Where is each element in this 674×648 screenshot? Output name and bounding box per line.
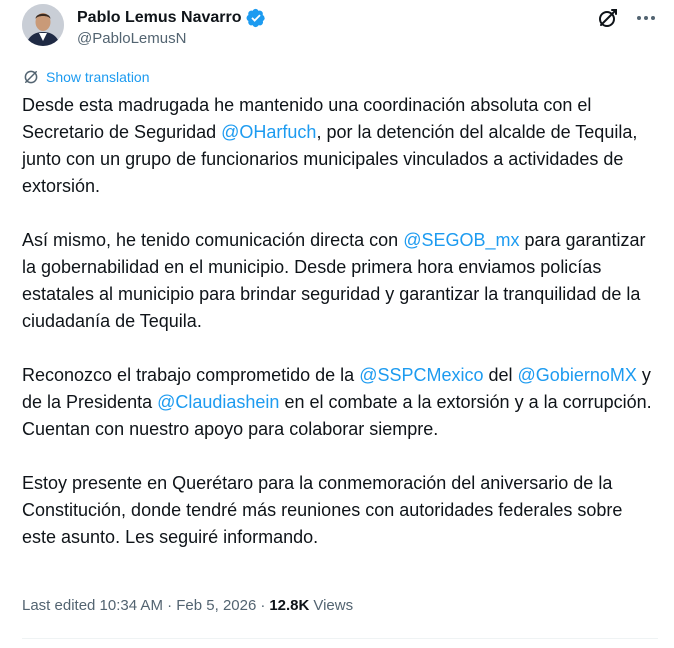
- tweet-text: Desde esta madrugada he mantenido una co…: [22, 92, 656, 551]
- tweet-text-segment: del: [483, 365, 518, 385]
- tweet-paragraph: Reconozco el trabajo comprometido de la …: [22, 362, 656, 443]
- tweet-text-segment: Reconozco el trabajo comprometido de la: [22, 365, 360, 385]
- mention-link[interactable]: @GobiernoMX: [518, 365, 637, 385]
- show-translation-label[interactable]: Show translation: [46, 69, 150, 85]
- mention-link[interactable]: @SEGOB_mx: [403, 230, 519, 250]
- mention-link[interactable]: @Claudiashein: [157, 392, 279, 412]
- tweet-meta: Last edited 10:34 AM · Feb 5, 2026 · 12.…: [22, 597, 353, 614]
- translate-icon: [24, 70, 38, 84]
- divider: [22, 638, 658, 639]
- grok-icon: [599, 9, 617, 27]
- show-translation-link[interactable]: Show translation: [22, 68, 150, 86]
- more-options-icon: [637, 16, 655, 20]
- tweet-card: Pablo Lemus Navarro @PabloLemusN Show tr…: [0, 0, 674, 648]
- edited-timestamp[interactable]: Last edited 10:34 AM · Feb 5, 2026: [22, 597, 256, 614]
- avatar[interactable]: [22, 4, 64, 46]
- tweet-text-segment: Así mismo, he tenido comunicación direct…: [22, 230, 404, 250]
- views-count: 12.8K: [269, 597, 310, 614]
- meta-separator: ·: [260, 597, 266, 614]
- verified-badge-icon: [246, 8, 265, 28]
- tweet-paragraph: Desde esta madrugada he mantenido una co…: [22, 92, 656, 200]
- author-display-name[interactable]: Pablo Lemus Navarro: [77, 9, 242, 27]
- author-handle[interactable]: @PabloLemusN: [77, 30, 186, 47]
- mention-link[interactable]: @OHarfuch: [221, 122, 316, 142]
- tweet-paragraph: Estoy presente en Querétaro para la conm…: [22, 470, 656, 551]
- author-name-line: Pablo Lemus Navarro: [77, 8, 266, 28]
- tweet-text-segment: Estoy presente en Querétaro para la conm…: [22, 473, 623, 547]
- views-label: Views: [313, 597, 354, 614]
- grok-button[interactable]: [596, 6, 620, 30]
- mention-link[interactable]: @SSPCMexico: [359, 365, 483, 385]
- tweet-paragraph: Así mismo, he tenido comunicación direct…: [22, 227, 656, 335]
- more-options-button[interactable]: [634, 6, 658, 30]
- tweet-header: Pablo Lemus Navarro @PabloLemusN: [22, 2, 658, 50]
- avatar-image: [22, 4, 64, 46]
